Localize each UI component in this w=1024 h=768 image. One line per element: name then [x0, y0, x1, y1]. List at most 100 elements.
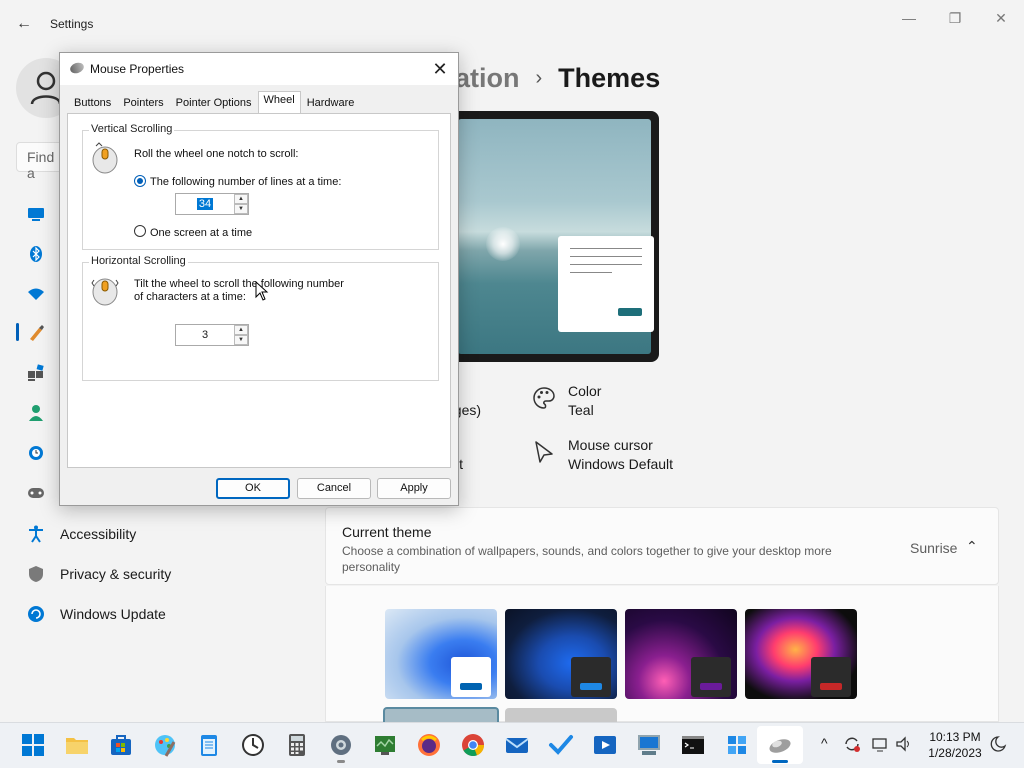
lines-stepper[interactable]: 34 ▲ ▼ [175, 193, 249, 215]
wheel-scroll-icon [92, 142, 118, 174]
media-icon[interactable] [592, 732, 618, 758]
current-theme-header[interactable]: Current theme Choose a combination of wa… [325, 507, 999, 585]
theme-tile[interactable] [745, 609, 857, 699]
start-icon[interactable] [20, 732, 46, 758]
current-theme-title: Current theme [342, 524, 432, 540]
spin-up-button[interactable]: ▲ [234, 325, 248, 335]
apply-button[interactable]: Apply [377, 478, 451, 499]
sidebar-item-accessibility[interactable]: Accessibility [24, 522, 136, 546]
theme-tile-partial[interactable] [505, 708, 617, 722]
theme-tile-partial[interactable] [383, 707, 499, 722]
characters-stepper[interactable]: 3 ▲ ▼ [175, 324, 249, 346]
notepad-icon[interactable] [196, 732, 222, 758]
network-tray-icon[interactable] [871, 735, 889, 756]
palette-icon [533, 387, 555, 409]
mouse-app-icon[interactable] [767, 732, 793, 758]
sidebar-item-network[interactable] [24, 282, 48, 306]
preview-line [570, 248, 642, 249]
group-legend: Vertical Scrolling [89, 123, 175, 135]
volume-icon[interactable] [895, 735, 913, 756]
todo-icon[interactable] [548, 732, 574, 758]
theme-tile[interactable] [385, 609, 497, 699]
spin-down-button[interactable]: ▼ [234, 204, 248, 214]
time-language-icon [24, 441, 48, 465]
theme-tile[interactable] [505, 609, 617, 699]
minimize-button[interactable]: — [895, 8, 923, 28]
clock-icon[interactable] [240, 732, 266, 758]
remote-desktop-icon[interactable] [636, 732, 662, 758]
close-button[interactable]: ✕ [987, 8, 1015, 28]
file-explorer-icon[interactable] [64, 732, 90, 758]
sidebar-item-system[interactable] [24, 202, 48, 226]
terminal-icon[interactable] [680, 732, 706, 758]
mouse-cursor-row[interactable]: Mouse cursor Windows Default [532, 436, 673, 474]
lines-radio-label[interactable]: The following number of lines at a time: [150, 176, 341, 189]
breadcrumb-parent[interactable]: ation [455, 63, 520, 94]
page-title: Themes [558, 62, 661, 93]
lines-radio[interactable] [134, 175, 146, 187]
title-bar: ← Settings — ❐ ✕ [0, 0, 1024, 48]
clock-time: 10:13 PM [929, 730, 981, 744]
task-manager-icon[interactable] [372, 732, 398, 758]
store-icon[interactable] [108, 732, 134, 758]
sidebar-item-privacy[interactable]: Privacy & security [24, 562, 171, 586]
maximize-button[interactable]: ❐ [941, 8, 969, 28]
spin-up-button[interactable]: ▲ [234, 194, 248, 204]
sidebar-item-label: Windows Update [60, 606, 166, 622]
cancel-button[interactable]: Cancel [297, 478, 371, 499]
tab-pointers[interactable]: Pointers [117, 93, 169, 113]
mail-icon[interactable] [504, 732, 530, 758]
calculator-icon[interactable] [284, 732, 310, 758]
cursor-value: Windows Default [568, 456, 674, 472]
taskbar-clock[interactable]: 10:13 PM 1/28/2023 [920, 729, 990, 761]
characters-input[interactable]: 3 [176, 325, 234, 345]
current-theme-description: Choose a combination of wallpapers, soun… [342, 544, 832, 574]
theme-tile[interactable] [625, 609, 737, 699]
tab-buttons[interactable]: Buttons [68, 93, 117, 113]
color-row[interactable]: Color Teal [532, 382, 601, 420]
settings-icon[interactable] [328, 732, 354, 758]
sidebar-item-label: Accessibility [60, 526, 137, 542]
theme-preview [446, 111, 659, 362]
color-label: Color [568, 383, 602, 399]
sidebar-item-bluetooth[interactable] [24, 242, 48, 266]
horizontal-instruction-line1: Tilt the wheel to scroll the following n… [134, 278, 344, 290]
lines-input[interactable]: 34 [176, 194, 234, 214]
puzzle-icon[interactable] [724, 732, 750, 758]
sidebar-item-apps[interactable] [24, 361, 48, 385]
sidebar-item-gaming[interactable] [24, 481, 48, 505]
accessibility-icon [24, 522, 48, 546]
tab-wheel[interactable]: Wheel [257, 91, 301, 114]
sync-icon[interactable] [843, 735, 861, 756]
system-icon [24, 202, 48, 226]
spin-down-button[interactable]: ▼ [234, 335, 248, 345]
network-icon [24, 282, 48, 306]
horizontal-instruction-line2: of characters at a time: [134, 291, 246, 303]
chrome-icon[interactable] [460, 732, 486, 758]
tab-pointer-options[interactable]: Pointer Options [170, 93, 258, 113]
ok-button[interactable]: OK [216, 478, 290, 499]
mouse-properties-dialog: Mouse Properties ✕ Buttons Pointers Poin… [59, 52, 459, 506]
dialog-close-button[interactable]: ✕ [428, 57, 452, 81]
cursor-label: Mouse cursor [568, 437, 653, 453]
wallpaper-preview [458, 119, 654, 354]
current-theme-value: Sunrise [910, 540, 958, 556]
chevron-up-icon[interactable]: ⌃ [966, 538, 978, 555]
back-button[interactable]: ← [12, 12, 36, 36]
firefox-icon[interactable] [416, 732, 442, 758]
mouse-icon [68, 60, 86, 76]
one-screen-radio[interactable] [134, 225, 146, 237]
paint-icon[interactable] [152, 732, 178, 758]
one-screen-radio-label[interactable]: One screen at a time [150, 227, 252, 240]
preview-window [558, 236, 654, 332]
sidebar-item-personalization[interactable] [24, 321, 48, 345]
notification-icon[interactable] [989, 735, 1007, 756]
app-title: Settings [50, 17, 94, 31]
sidebar-item-time-language[interactable] [24, 441, 48, 465]
sidebar-item-windows-update[interactable]: Windows Update [24, 602, 166, 626]
tab-hardware[interactable]: Hardware [301, 93, 361, 113]
preview-line [570, 256, 642, 257]
tray-chevron-icon[interactable]: ^ [821, 735, 828, 751]
sidebar-item-accounts[interactable] [24, 401, 48, 425]
tab-bar: Buttons Pointers Pointer Options Wheel H… [68, 91, 361, 114]
